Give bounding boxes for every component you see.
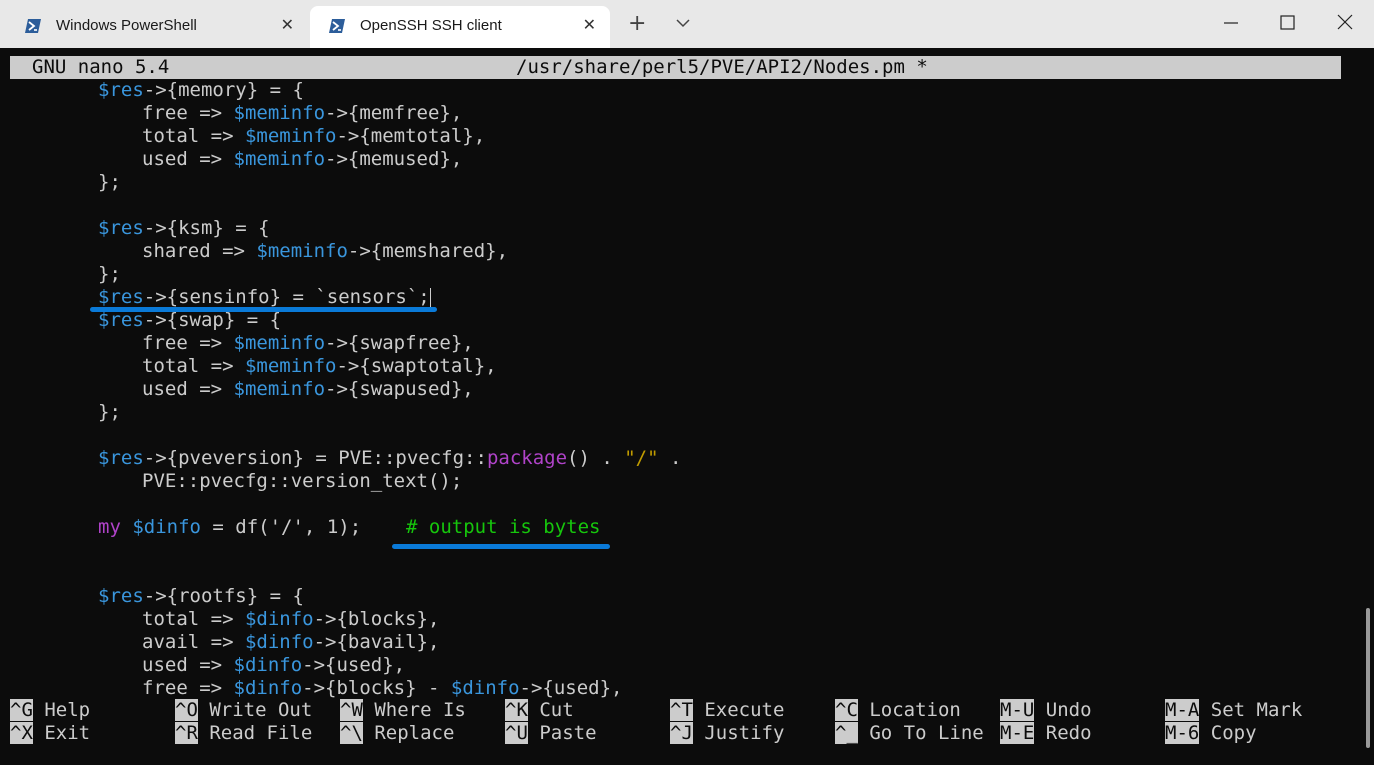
- shortcut-cut[interactable]: ^K Cut: [505, 699, 574, 722]
- powershell-icon: [25, 19, 41, 33]
- tab-windows-powershell[interactable]: Windows PowerShell ✕: [6, 6, 308, 48]
- maximize-icon[interactable]: [1272, 10, 1302, 36]
- tab-label: OpenSSH SSH client: [360, 17, 502, 34]
- annotation-underline: [90, 307, 437, 312]
- code-line: free => $dinfo->{blocks} - $dinfo->{used…: [142, 677, 623, 699]
- annotation-underline: [392, 544, 610, 549]
- close-tab-icon[interactable]: ✕: [583, 15, 596, 34]
- shortcut-copy[interactable]: M-6 Copy: [1165, 722, 1257, 745]
- code-line: $res->{swap} = {: [98, 309, 282, 331]
- shortcut-set-mark[interactable]: M-A Set Mark: [1165, 699, 1302, 722]
- shortcut-write-out[interactable]: ^O Write Out: [175, 699, 312, 722]
- code-line: $res->{pveversion} = PVE::pvecfg::packag…: [98, 447, 682, 469]
- powershell-icon: [329, 19, 345, 33]
- code-line: };: [98, 171, 121, 193]
- nano-title-bar: GNU nano 5.4 /usr/share/perl5/PVE/API2/N…: [10, 56, 1341, 79]
- new-tab-icon[interactable]: +: [628, 12, 646, 36]
- shortcut-undo[interactable]: M-U Undo: [1000, 699, 1092, 722]
- scrollbar-thumb[interactable]: [1366, 608, 1370, 748]
- code-line: };: [98, 401, 121, 423]
- shortcut-go-to-line[interactable]: ^_ Go To Line: [835, 722, 984, 745]
- shortcut-execute[interactable]: ^T Execute: [670, 699, 784, 722]
- shortcut-help[interactable]: ^G Help: [10, 699, 90, 722]
- close-icon[interactable]: [1330, 10, 1360, 36]
- shortcut-replace[interactable]: ^\ Replace: [340, 722, 454, 745]
- code-line: used => $dinfo->{used},: [142, 654, 406, 676]
- code-line: total => $dinfo->{blocks},: [142, 608, 440, 630]
- code-line: };: [98, 263, 121, 285]
- code-line: $res->{memory} = {: [98, 79, 304, 101]
- shortcut-paste[interactable]: ^U Paste: [505, 722, 597, 745]
- code-line: my $dinfo = df('/', 1);: [98, 516, 362, 538]
- code-line: $res->{ksm} = {: [98, 217, 270, 239]
- tab-openssh-client[interactable]: OpenSSH SSH client ✕: [310, 6, 610, 48]
- code-line: total => $meminfo->{memtotal},: [142, 125, 486, 147]
- code-line: used => $meminfo->{swapused},: [142, 378, 474, 400]
- shortcut-read-file[interactable]: ^R Read File: [175, 722, 312, 745]
- code-line: shared => $meminfo->{memshared},: [142, 240, 509, 262]
- text-cursor: [429, 287, 431, 308]
- minimize-icon[interactable]: [1216, 10, 1246, 36]
- code-line-highlighted: $res->{sensinfo} = `sensors`;: [98, 286, 431, 308]
- code-line: free => $meminfo->{memfree},: [142, 102, 463, 124]
- chevron-down-icon[interactable]: [674, 14, 692, 32]
- shortcut-where-is[interactable]: ^W Where Is: [340, 699, 466, 722]
- shortcut-redo[interactable]: M-E Redo: [1000, 722, 1092, 745]
- code-line: avail => $dinfo->{bavail},: [142, 631, 440, 653]
- shortcut-exit[interactable]: ^X Exit: [10, 722, 90, 745]
- tab-label: Windows PowerShell: [56, 17, 197, 34]
- code-line: used => $meminfo->{memused},: [142, 148, 463, 170]
- shortcut-justify[interactable]: ^J Justify: [670, 722, 784, 745]
- code-line: $res->{rootfs} = {: [98, 585, 304, 607]
- close-tab-icon[interactable]: ✕: [281, 15, 294, 34]
- code-line: total => $meminfo->{swaptotal},: [142, 355, 497, 377]
- file-path: /usr/share/perl5/PVE/API2/Nodes.pm *: [516, 56, 928, 78]
- shortcut-location[interactable]: ^C Location: [835, 699, 961, 722]
- nano-version: GNU nano 5.4: [32, 56, 170, 78]
- code-line: free => $meminfo->{swapfree},: [142, 332, 474, 354]
- code-line: PVE::pvecfg::version_text();: [142, 470, 463, 492]
- code-comment: # output is bytes: [406, 516, 601, 538]
- tab-bar: Windows PowerShell ✕ OpenSSH SSH client …: [0, 0, 1374, 48]
